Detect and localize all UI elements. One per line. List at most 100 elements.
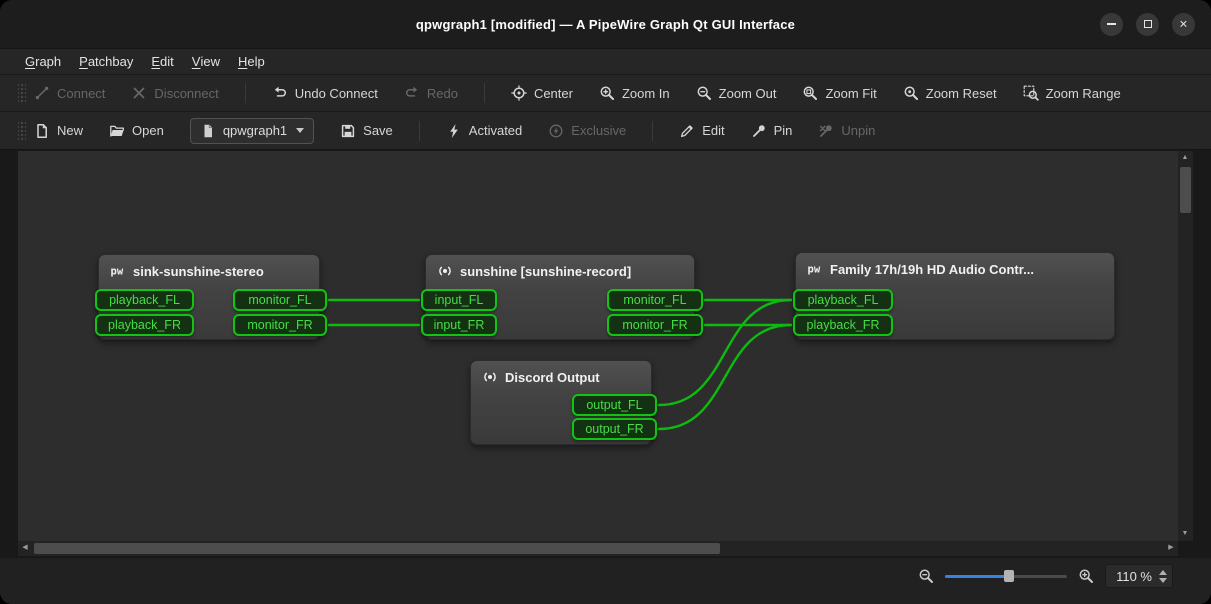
port-sink-monitor_FL[interactable]: monitor_FL: [233, 289, 327, 311]
new-button[interactable]: New: [34, 123, 83, 139]
toolbar-label: Undo Connect: [295, 86, 378, 101]
toolbar-handle[interactable]: [18, 120, 26, 142]
toolbar-label: Pin: [774, 123, 793, 138]
connection-discord-output_FR-to-family-playback_FR[interactable]: [659, 325, 791, 429]
toolbar-file: NewOpenqpwgraph1SaveActivatedExclusiveEd…: [0, 111, 1211, 149]
zoom-reset-button[interactable]: Zoom Reset: [903, 85, 997, 101]
pw-icon: pw: [807, 261, 823, 277]
edit-icon: [679, 123, 695, 139]
toolbar-label: Unpin: [841, 123, 875, 138]
zoom-fit-button[interactable]: Zoom Fit: [802, 85, 876, 101]
toolbar-label: New: [57, 123, 83, 138]
patchbay-select-value: qpwgraph1: [223, 123, 287, 138]
edit-toggle[interactable]: Edit: [679, 123, 724, 139]
undo-connect-button[interactable]: Undo Connect: [272, 85, 378, 101]
port-discord-output_FR[interactable]: output_FR: [572, 418, 657, 440]
toolbar-separator: [245, 83, 246, 103]
zoom-spin-buttons: [1159, 570, 1167, 583]
vertical-scrollbar[interactable]: ▲ ▼: [1178, 151, 1193, 541]
port-sink-monitor_FR[interactable]: monitor_FR: [233, 314, 327, 336]
toolbar-label: Center: [534, 86, 573, 101]
app-window: qpwgraph1 [modified] — A PipeWire Graph …: [0, 0, 1211, 604]
toolbar-label: Zoom Out: [719, 86, 777, 101]
media-icon: [482, 369, 498, 385]
svg-text:pw: pw: [111, 266, 124, 278]
toolbar-label: Open: [132, 123, 164, 138]
port-discord-output_FL[interactable]: output_FL: [572, 394, 657, 416]
graph-canvas[interactable]: pwsink-sunshine-stereoplayback_FLplaybac…: [18, 151, 1178, 541]
horizontal-scrollbar-thumb[interactable]: [34, 543, 720, 554]
close-button[interactable]: ×: [1172, 13, 1195, 36]
menubar: GraphPatchbayEditViewHelp: [0, 48, 1211, 74]
statusbar: 110 %: [0, 557, 1211, 604]
toolbar-label: Zoom Reset: [926, 86, 997, 101]
toolbar-handle[interactable]: [18, 82, 26, 104]
maximize-icon: [1144, 20, 1152, 28]
menu-edit[interactable]: Edit: [142, 49, 182, 74]
disconnect-icon: [131, 85, 147, 101]
node-title-text: Discord Output: [505, 370, 600, 385]
connect-button: Connect: [34, 85, 105, 101]
close-icon: ×: [1179, 17, 1187, 31]
toolbar-separator: [419, 121, 420, 141]
menu-patchbay[interactable]: Patchbay: [70, 49, 142, 74]
zoom-range-icon: [1023, 85, 1039, 101]
minimize-icon: [1107, 23, 1116, 25]
horizontal-scrollbar[interactable]: ◀ ▶: [18, 541, 1178, 556]
zoom-out-icon[interactable]: [918, 568, 934, 584]
undo-icon: [272, 85, 288, 101]
port-sink-playback_FR[interactable]: playback_FR: [95, 314, 194, 336]
port-sunshine-input_FR[interactable]: input_FR: [421, 314, 497, 336]
menu-help[interactable]: Help: [229, 49, 274, 74]
menu-graph[interactable]: Graph: [16, 49, 70, 74]
node-title-text: Family 17h/19h HD Audio Contr...: [830, 262, 1034, 277]
zoom-range-button[interactable]: Zoom Range: [1023, 85, 1121, 101]
patchbay-select[interactable]: qpwgraph1: [190, 118, 314, 144]
zoom-slider-handle[interactable]: [1004, 570, 1014, 582]
connections-layer: [18, 151, 1178, 541]
activated-toggle[interactable]: Activated: [446, 123, 522, 139]
menu-view[interactable]: View: [183, 49, 229, 74]
scroll-left-arrow-icon[interactable]: ◀: [18, 541, 32, 555]
port-family-playback_FL[interactable]: playback_FL: [793, 289, 893, 311]
disconnect-button: Disconnect: [131, 85, 218, 101]
port-sunshine-input_FL[interactable]: input_FL: [421, 289, 497, 311]
node-title-text: sink-sunshine-stereo: [133, 264, 264, 279]
port-sunshine-monitor_FR[interactable]: monitor_FR: [607, 314, 703, 336]
toolbar-label: Zoom In: [622, 86, 670, 101]
save-button[interactable]: Save: [340, 123, 393, 139]
zoom-spin-down-button[interactable]: [1159, 578, 1167, 583]
file-icon: [200, 123, 216, 139]
zoom-in-button[interactable]: Zoom In: [599, 85, 670, 101]
toolbar-separator: [652, 121, 653, 141]
maximize-button[interactable]: [1136, 13, 1159, 36]
scroll-down-arrow-icon[interactable]: ▼: [1178, 527, 1192, 541]
open-icon: [109, 123, 125, 139]
center-button[interactable]: Center: [511, 85, 573, 101]
titlebar: qpwgraph1 [modified] — A PipeWire Graph …: [0, 0, 1211, 48]
exclusive-icon: [548, 123, 564, 139]
port-sunshine-monitor_FL[interactable]: monitor_FL: [607, 289, 703, 311]
open-button[interactable]: Open: [109, 123, 164, 139]
zoom-slider[interactable]: [945, 568, 1067, 584]
scroll-up-arrow-icon[interactable]: ▲: [1178, 151, 1192, 165]
vertical-scrollbar-thumb[interactable]: [1180, 167, 1191, 213]
zoom-spin-up-button[interactable]: [1159, 570, 1167, 575]
svg-text:pw: pw: [808, 264, 821, 276]
port-sink-playback_FL[interactable]: playback_FL: [95, 289, 194, 311]
zoom-spinbox[interactable]: 110 %: [1105, 564, 1173, 588]
window-controls: ×: [1100, 0, 1195, 48]
scroll-right-arrow-icon[interactable]: ▶: [1164, 541, 1178, 555]
pin-toggle[interactable]: Pin: [751, 123, 793, 139]
port-family-playback_FR[interactable]: playback_FR: [793, 314, 893, 336]
media-icon: [437, 263, 453, 279]
toolbar-label: Zoom Range: [1046, 86, 1121, 101]
zoom-in-icon[interactable]: [1078, 568, 1094, 584]
zoom-in-icon: [599, 85, 615, 101]
pin-icon: [751, 123, 767, 139]
toolbar-separator: [484, 83, 485, 103]
toolbar-label: Connect: [57, 86, 105, 101]
node-title: pw sink-sunshine-stereo: [99, 255, 319, 279]
zoom-out-button[interactable]: Zoom Out: [696, 85, 777, 101]
minimize-button[interactable]: [1100, 13, 1123, 36]
